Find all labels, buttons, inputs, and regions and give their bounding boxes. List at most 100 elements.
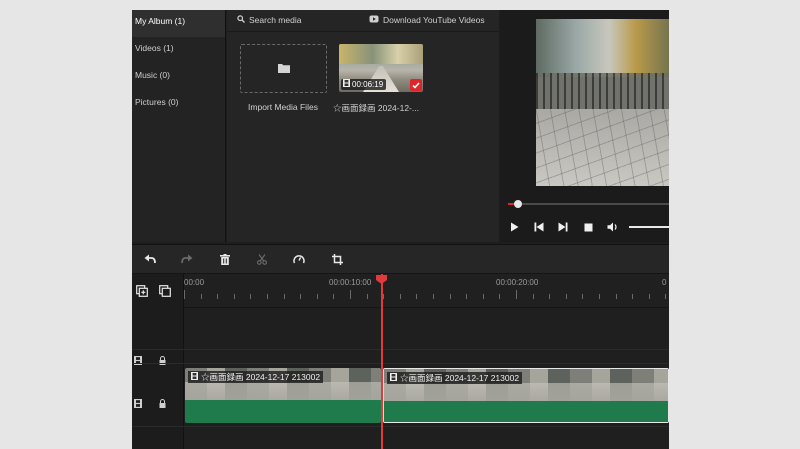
clip-audio-waveform xyxy=(384,401,668,422)
track-divider xyxy=(132,363,669,364)
copy-track-button[interactable] xyxy=(159,285,171,299)
ruler-tick xyxy=(599,294,600,299)
ruler-tick xyxy=(466,294,468,299)
ruler-tick xyxy=(449,294,451,299)
ruler-tick xyxy=(399,294,401,299)
ruler-tick xyxy=(532,294,534,299)
sidebar-item-my-album[interactable]: My Album (1) xyxy=(132,10,225,37)
speed-button[interactable] xyxy=(291,252,307,268)
seek-bar[interactable] xyxy=(508,200,669,208)
film-icon xyxy=(134,355,142,367)
volume-button[interactable] xyxy=(606,221,620,235)
previous-frame-button[interactable] xyxy=(532,221,546,235)
search-media-label: Search media xyxy=(249,15,302,25)
folder-icon xyxy=(277,62,291,76)
ruler-tick xyxy=(283,294,285,299)
ruler-tick xyxy=(217,294,219,299)
timeline-clip-1[interactable]: ☆画面録画 2024-12-17 213002 xyxy=(185,368,381,423)
preview-image-sky xyxy=(536,19,669,77)
film-icon xyxy=(390,372,397,384)
play-icon xyxy=(510,222,519,234)
timeline-panel: 00:00 00:00:10:00 00:00:20:00 0 ☆画面録画 20… xyxy=(132,274,669,449)
split-button[interactable] xyxy=(254,252,270,268)
track-divider xyxy=(132,426,669,427)
ruler-label: 0 xyxy=(662,278,667,287)
download-youtube-label: Download YouTube Videos xyxy=(383,15,485,25)
ruler-label: 00:00 xyxy=(184,278,205,287)
duration-text: 00:06:19 xyxy=(352,80,384,89)
duration-badge: 00:06:19 xyxy=(341,79,387,90)
film-icon xyxy=(191,371,198,383)
ruler-tick xyxy=(416,294,418,299)
skip-back-icon xyxy=(534,222,544,234)
add-track-button[interactable] xyxy=(136,285,148,299)
ruler-label: 00:00:20:00 xyxy=(496,278,539,287)
film-icon xyxy=(134,398,142,410)
track-2-video-toggle[interactable] xyxy=(132,398,144,410)
track-1-video-toggle[interactable] xyxy=(132,355,144,367)
thumbnail-image-sky xyxy=(339,44,423,64)
ruler-tick xyxy=(648,294,650,299)
ruler-tick xyxy=(582,294,584,299)
ruler-tick xyxy=(549,294,551,299)
copy-track-icon xyxy=(159,285,171,299)
undo-button[interactable] xyxy=(142,252,158,268)
media-thumbnail[interactable]: 00:06:19 xyxy=(339,44,423,92)
ruler-tick xyxy=(250,294,252,299)
album-sidebar: My Album (1) Videos (1) Music (0) Pictur… xyxy=(132,10,226,242)
delete-button[interactable] xyxy=(217,252,233,268)
media-item-name: ☆画面録画 2024-12-... xyxy=(333,103,419,113)
sidebar-item-pictures[interactable]: Pictures (0) xyxy=(132,91,225,118)
track-header-column xyxy=(132,274,184,449)
clip-name: ☆画面録画 2024-12-17 213002 xyxy=(201,372,321,382)
ruler-tick xyxy=(383,294,385,299)
timeline-ruler[interactable]: 00:00 00:00:10:00 00:00:20:00 0 xyxy=(184,274,669,308)
redo-icon xyxy=(181,254,193,266)
redo-button[interactable] xyxy=(179,252,195,268)
preview-image-fence xyxy=(536,73,669,111)
download-youtube-button[interactable]: Download YouTube Videos xyxy=(369,15,485,25)
ruler-tick xyxy=(200,294,202,299)
crop-button[interactable] xyxy=(329,252,345,268)
next-frame-button[interactable] xyxy=(556,221,570,235)
youtube-icon xyxy=(369,15,379,25)
seek-handle[interactable] xyxy=(513,200,522,208)
clip-label: ☆画面録画 2024-12-17 213002 xyxy=(188,371,324,383)
ruler-tick xyxy=(333,294,335,299)
volume-slider[interactable] xyxy=(629,226,669,228)
ruler-tick xyxy=(665,294,667,299)
import-media-label: Import Media Files xyxy=(248,102,318,112)
ruler-tick xyxy=(267,294,268,299)
sidebar-item-music[interactable]: Music (0) xyxy=(132,64,225,91)
preview-panel xyxy=(500,10,669,242)
import-media-dropzone[interactable] xyxy=(240,44,327,93)
stop-icon xyxy=(584,223,593,234)
track-1-lock-toggle[interactable] xyxy=(156,355,168,367)
search-media-button[interactable]: Search media xyxy=(237,15,301,25)
ruler-tick xyxy=(366,294,368,299)
video-editor-window: My Album (1) Videos (1) Music (0) Pictur… xyxy=(132,10,669,449)
ruler-tick xyxy=(316,294,318,299)
ruler-tick xyxy=(482,294,484,299)
sidebar-item-videos[interactable]: Videos (1) xyxy=(132,37,225,64)
ruler-tick xyxy=(433,294,434,299)
play-button[interactable] xyxy=(507,221,521,235)
clip-label: ☆画面録画 2024-12-17 213002 xyxy=(387,372,523,384)
crop-icon xyxy=(331,253,343,267)
preview-image-pavement xyxy=(536,109,669,186)
track-2-lock-toggle[interactable] xyxy=(156,398,168,410)
ruler-tick xyxy=(565,294,567,299)
media-library-panel: Search media Download YouTube Videos Imp… xyxy=(227,10,499,242)
stop-button[interactable] xyxy=(581,221,595,235)
film-icon xyxy=(343,79,350,90)
ruler-label: 00:00:10:00 xyxy=(329,278,372,287)
lock-icon xyxy=(159,355,166,367)
playhead-line[interactable] xyxy=(381,274,383,449)
add-track-icon xyxy=(136,285,148,299)
editing-toolbar xyxy=(132,244,669,274)
selected-check-icon xyxy=(410,79,422,91)
timeline-clip-2[interactable]: ☆画面録画 2024-12-17 213002 xyxy=(383,368,669,423)
ruler-tick xyxy=(499,294,501,299)
ruler-tick xyxy=(615,294,617,299)
media-top-bar: Search media Download YouTube Videos xyxy=(227,10,499,32)
